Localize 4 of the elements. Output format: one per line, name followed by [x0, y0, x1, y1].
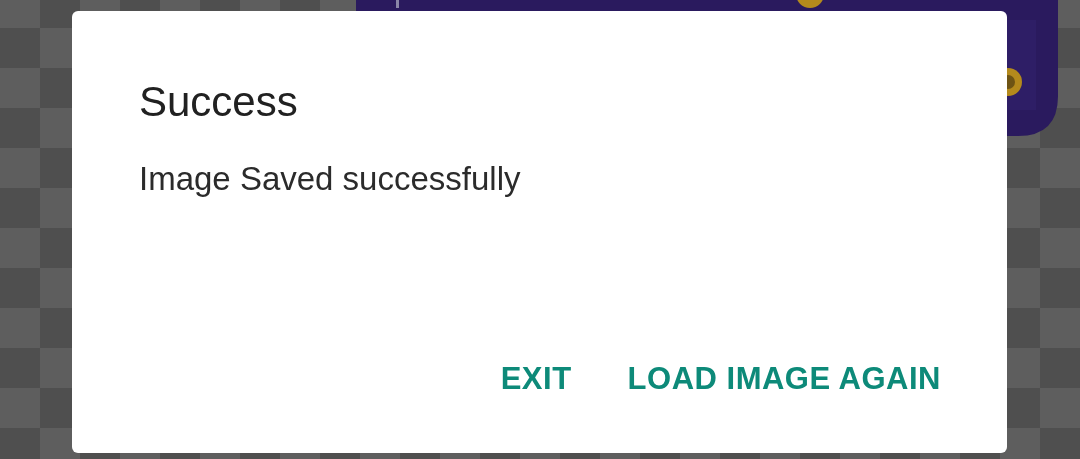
dialog-message: Image Saved successfully [139, 161, 522, 198]
dialog-title: Success [139, 81, 299, 123]
load-image-button[interactable]: LOAD IMAGE AGAIN [611, 355, 957, 403]
exit-button[interactable]: EXIT [484, 355, 588, 403]
